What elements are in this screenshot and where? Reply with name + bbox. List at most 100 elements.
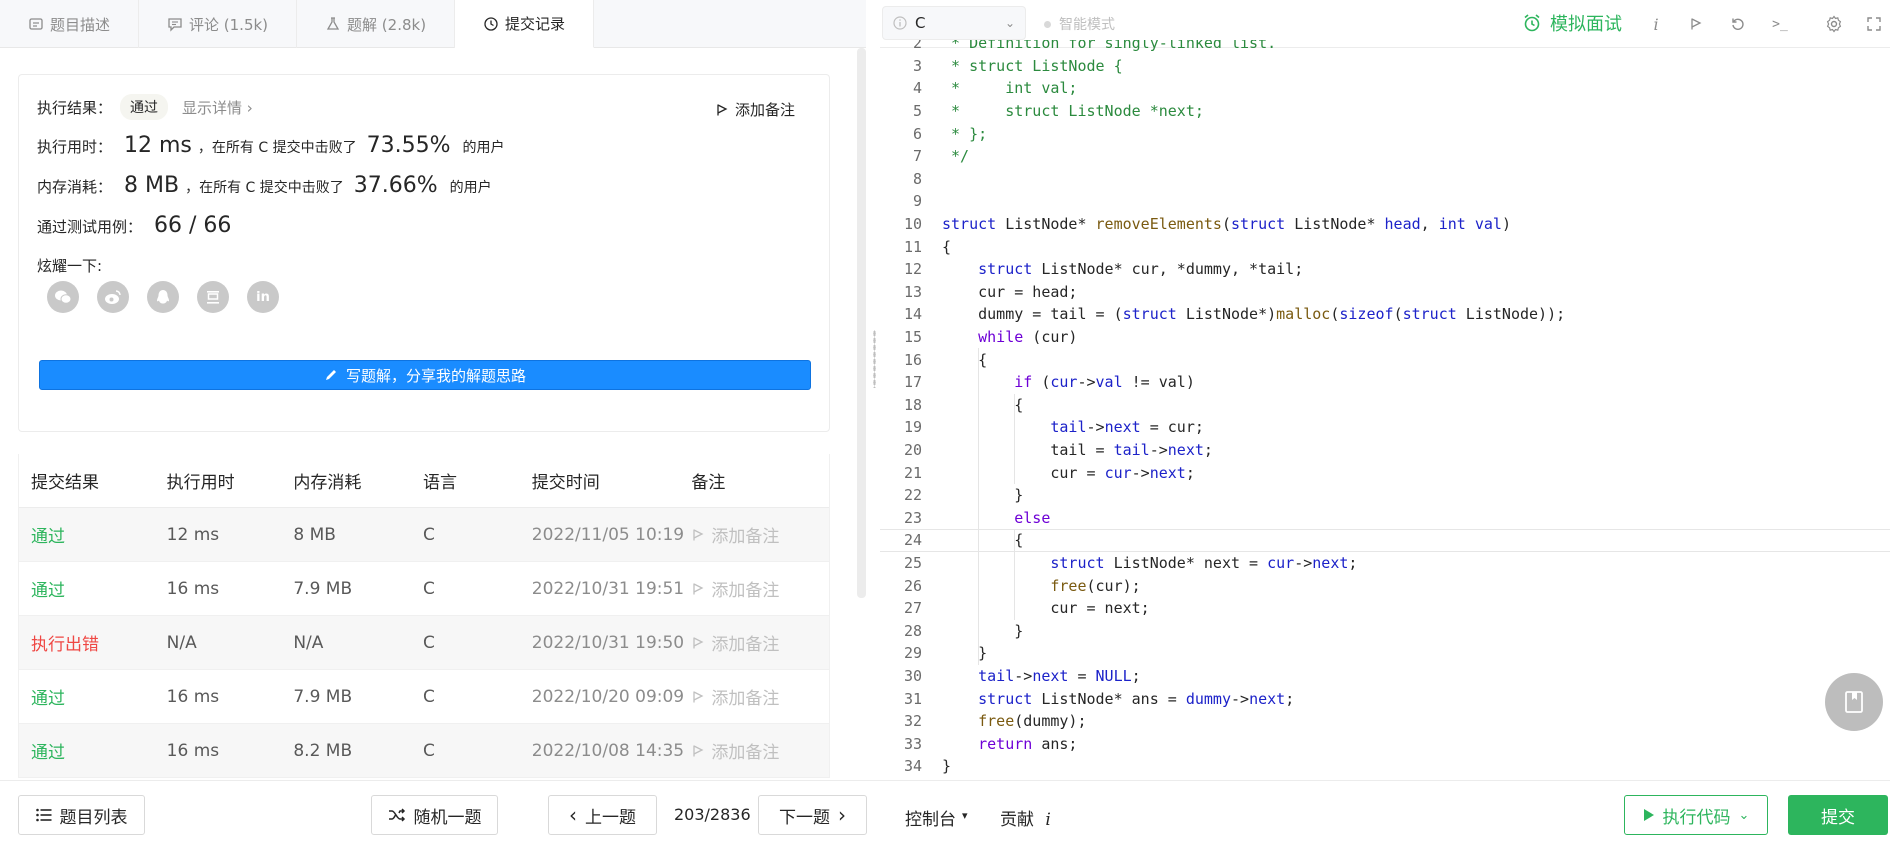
row-result[interactable]: 通过 — [19, 576, 167, 601]
code-line[interactable]: 15 while (cur) — [880, 326, 1890, 349]
line-number: 31 — [903, 689, 922, 708]
tab-solutions[interactable]: 题解 (2.8k) — [297, 0, 456, 48]
next-problem-button[interactable]: 下一题 › — [758, 795, 867, 835]
console-toggle[interactable]: 控制台 ▾ — [905, 805, 968, 830]
smart-mode-label: 智能模式 — [1059, 17, 1115, 33]
qq-icon[interactable] — [147, 281, 179, 313]
weibo-icon[interactable] — [97, 281, 129, 313]
table-row[interactable]: 执行出错 N/A N/A C 2022/10/31 19:50 添加备注 — [19, 616, 829, 670]
code-line[interactable]: 8 — [880, 168, 1890, 191]
code-text: cur = head; — [942, 282, 1078, 301]
settings-icon[interactable] — [1822, 12, 1846, 36]
row-add-note-button[interactable]: 添加备注 — [691, 738, 829, 763]
pane-splitter[interactable] — [866, 0, 880, 780]
row-result[interactable]: 通过 — [19, 522, 167, 547]
code-line[interactable]: 31 struct ListNode* ans = dummy->next; — [880, 687, 1890, 710]
submit-button[interactable]: 提交 — [1788, 795, 1888, 835]
add-note-button[interactable]: 添加备注 — [715, 99, 795, 120]
code-line[interactable]: 12 struct ListNode* cur, *dummy, *tail; — [880, 258, 1890, 281]
tab-submissions[interactable]: 提交记录 — [455, 0, 595, 48]
table-row[interactable]: 通过 16 ms 7.9 MB C 2022/10/20 09:09 添加备注 — [19, 670, 829, 724]
reset-icon[interactable] — [1726, 12, 1750, 36]
prev-problem-button[interactable]: ‹ 上一题 — [548, 795, 657, 835]
row-add-note-button[interactable]: 添加备注 — [691, 576, 829, 601]
run-code-button[interactable]: 执行代码 ⌄ — [1624, 795, 1768, 835]
code-line[interactable]: 19 tail->next = cur; — [880, 416, 1890, 439]
code-line[interactable]: 25 struct ListNode* next = cur->next; — [880, 552, 1890, 575]
row-language: C — [423, 578, 435, 599]
write-solution-button[interactable]: 写题解，分享我的解题思路 — [39, 360, 811, 390]
table-header: 提交结果 执行用时 内存消耗 语言 提交时间 备注 — [19, 454, 829, 508]
row-add-note-button[interactable]: 添加备注 — [691, 630, 829, 655]
code-line[interactable]: 13 cur = head; — [880, 281, 1890, 304]
code-line[interactable]: 9 — [880, 190, 1890, 213]
drag-handle[interactable] — [873, 330, 876, 388]
tab-description[interactable]: 题目描述 — [0, 0, 140, 48]
indent-guide — [1014, 393, 1016, 484]
fullscreen-icon[interactable] — [1862, 12, 1886, 36]
code-line[interactable]: 24 { — [880, 529, 1890, 552]
wechat-icon[interactable] — [47, 281, 79, 313]
code-line[interactable]: 14 dummy = tail = (struct ListNode*)mall… — [880, 303, 1890, 326]
code-line[interactable]: 2 * Definition for singly-linked list. — [880, 40, 1890, 55]
runtime-percentile: 73.55% — [366, 133, 451, 158]
code-line[interactable]: 11 { — [880, 235, 1890, 258]
table-row[interactable]: 通过 16 ms 7.9 MB C 2022/10/31 19:51 添加备注 — [19, 562, 829, 616]
random-problem-button[interactable]: 随机一题 — [371, 795, 498, 835]
code-line[interactable]: 16 { — [880, 348, 1890, 371]
code-text: cur = cur->next; — [942, 463, 1195, 482]
run-flag-icon[interactable] — [1684, 12, 1708, 36]
code-line[interactable]: 26 free(cur); — [880, 574, 1890, 597]
problem-list-button[interactable]: 题目列表 — [18, 795, 145, 835]
left-scrollbar[interactable] — [857, 48, 866, 598]
row-result[interactable]: 执行出错 — [19, 630, 167, 655]
language-select[interactable]: C ⌄ — [882, 6, 1026, 40]
code-editor[interactable]: 2 * Definition for singly-linked list. 3 … — [880, 40, 1890, 780]
row-runtime: 12 ms — [166, 524, 220, 545]
line-number: 32 — [903, 712, 922, 731]
code-line[interactable]: 5 * struct ListNode *next; — [880, 100, 1890, 123]
row-result[interactable]: 通过 — [19, 684, 167, 709]
code-line[interactable]: 20 tail = tail->next; — [880, 439, 1890, 462]
code-line[interactable]: 3 * struct ListNode { — [880, 55, 1890, 78]
header-note: 备注 — [691, 473, 726, 493]
table-row[interactable]: 通过 12 ms 8 MB C 2022/11/05 10:19 添加备注 — [19, 508, 829, 562]
code-line[interactable]: 17 if (cur->val != val) — [880, 371, 1890, 394]
info-italic-icon[interactable]: i — [1644, 12, 1668, 36]
code-line[interactable]: 30 tail->next = NULL; — [880, 665, 1890, 688]
line-number: 25 — [903, 554, 922, 573]
code-line[interactable]: 23 else — [880, 507, 1890, 530]
row-runtime: 16 ms — [166, 578, 220, 599]
table-row[interactable]: 通过 16 ms 8.2 MB C 2022/10/08 14:35 添加备注 — [19, 724, 829, 778]
row-add-note-button[interactable]: 添加备注 — [691, 522, 829, 547]
mock-interview-button[interactable]: 模拟面试 — [1522, 10, 1622, 36]
line-number: 19 — [903, 418, 922, 437]
code-line[interactable]: 28 } — [880, 620, 1890, 643]
smart-mode-dot — [1044, 20, 1051, 28]
linkedin-icon[interactable]: in — [247, 281, 279, 313]
code-line[interactable]: 18 { — [880, 394, 1890, 417]
code-line[interactable]: 4 * int val; — [880, 77, 1890, 100]
flag-icon — [693, 636, 704, 648]
line-number: 26 — [903, 576, 922, 595]
code-line[interactable]: 29 } — [880, 642, 1890, 665]
code-line[interactable]: 7 */ — [880, 145, 1890, 168]
row-result[interactable]: 通过 — [19, 738, 167, 763]
notebook-icon[interactable] — [1825, 673, 1883, 731]
terminal-icon[interactable]: >_ — [1768, 12, 1792, 36]
code-line[interactable]: 10 struct ListNode* removeElements(struct… — [880, 213, 1890, 236]
smart-mode-toggle[interactable]: 智能模式 — [1044, 14, 1115, 34]
contribute-button[interactable]: 贡献 i — [1000, 805, 1051, 830]
tab-comments[interactable]: 评论 (1.5k) — [139, 0, 298, 48]
douban-icon[interactable] — [197, 281, 229, 313]
show-details-link[interactable]: 显示详情 › — [182, 97, 253, 118]
code-line[interactable]: 6 * }; — [880, 122, 1890, 145]
code-line[interactable]: 34} — [880, 755, 1890, 778]
line-number: 13 — [903, 282, 922, 301]
code-line[interactable]: 32 free(dummy); — [880, 710, 1890, 733]
code-line[interactable]: 33 return ans; — [880, 733, 1890, 756]
code-line[interactable]: 27 cur = next; — [880, 597, 1890, 620]
code-line[interactable]: 22 } — [880, 484, 1890, 507]
row-add-note-button[interactable]: 添加备注 — [691, 684, 829, 709]
code-line[interactable]: 21 cur = cur->next; — [880, 461, 1890, 484]
